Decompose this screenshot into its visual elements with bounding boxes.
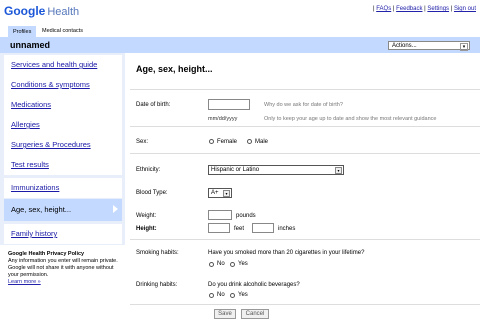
google-health-logo[interactable]: Google Health <box>4 4 79 19</box>
actions-dropdown[interactable]: Actions... ▾ <box>388 41 470 51</box>
weight-unit: pounds <box>236 213 256 219</box>
height-inches-input[interactable] <box>252 223 274 233</box>
divider <box>130 239 480 240</box>
learn-more-link[interactable]: Learn more » <box>8 279 41 285</box>
smoking-no-radio[interactable] <box>209 262 214 267</box>
actions-label: Actions... <box>392 43 417 49</box>
chevron-down-icon: ▾ <box>335 167 342 174</box>
drinking-yes-radio[interactable] <box>230 293 235 298</box>
divider <box>130 153 480 154</box>
faqs-link[interactable]: FAQs <box>376 6 391 12</box>
top-links: | FAQs | Feedback | Settings | Sign out <box>372 6 476 12</box>
sidebar-item-test-results[interactable]: Test results <box>4 155 122 175</box>
tab-profiles[interactable]: Profiles <box>8 26 37 37</box>
sex-female-label: Female <box>217 139 238 145</box>
smoking-label: Smoking habits: <box>136 250 179 256</box>
ethnicity-select[interactable]: Hispanic or Latino ▾ <box>208 165 344 175</box>
drinking-question: Do you drink alcoholic beverages? <box>208 282 300 288</box>
weight-input[interactable] <box>208 210 232 220</box>
divider <box>130 304 480 305</box>
feedback-link[interactable]: Feedback <box>396 6 422 12</box>
sidebar-item-conditions[interactable]: Conditions & symptoms <box>4 75 122 95</box>
page-title: Age, sex, height... <box>136 64 213 74</box>
logo-google: Google <box>4 4 46 18</box>
divider <box>130 89 480 90</box>
sidebar-item-immunizations[interactable]: Immunizations <box>4 178 122 198</box>
sidebar-item-family-history[interactable]: Family history <box>4 224 122 244</box>
drinking-label: Drinking habits: <box>136 282 178 288</box>
privacy-title: Google Health Privacy Policy <box>8 251 85 257</box>
drinking-no-label: No <box>217 292 225 298</box>
sidebar-item-medications[interactable]: Medications <box>4 95 122 115</box>
dob-note: Only to keep your age up to date and sho… <box>264 116 437 122</box>
blood-type-value: A+ <box>211 190 219 196</box>
sidebar: Services and health guide Conditions & s… <box>0 53 125 245</box>
sex-label: Sex: <box>136 139 149 145</box>
sex-male-radio[interactable] <box>247 139 252 144</box>
sign-out-link[interactable]: Sign out <box>454 6 476 12</box>
chevron-down-icon: ▾ <box>460 43 468 51</box>
chevron-down-icon: ▾ <box>223 190 230 197</box>
logo-health: Health <box>47 6 80 18</box>
sidebar-item-age-sex-height[interactable]: Age, sex, height... <box>4 199 122 221</box>
sex-female-radio[interactable] <box>209 139 214 144</box>
dob-why-link[interactable]: Why do we ask for date of birth? <box>264 102 343 108</box>
save-button[interactable]: Save <box>214 309 236 319</box>
smoking-yes-label: Yes <box>238 261 248 267</box>
dob-label: Date of birth: <box>136 102 171 108</box>
height-feet-unit: feet <box>234 226 245 232</box>
smoking-yes-radio[interactable] <box>230 262 235 267</box>
arrow-right-icon <box>113 205 118 213</box>
smoking-no-label: No <box>217 261 225 267</box>
privacy-policy: Google Health Privacy Policy Any informa… <box>8 251 123 286</box>
drinking-yes-label: Yes <box>238 292 248 298</box>
height-label: Height: <box>136 226 157 232</box>
sex-male-label: Male <box>255 139 269 145</box>
divider <box>130 126 480 127</box>
sidebar-item-services[interactable]: Services and health guide <box>4 55 122 75</box>
drinking-no-radio[interactable] <box>209 293 214 298</box>
sidebar-item-surgeries[interactable]: Surgeries & Procedures <box>4 135 122 155</box>
sidebar-item-allergies[interactable]: Allergies <box>4 115 122 135</box>
privacy-body: Any information you enter will remain pr… <box>8 258 118 278</box>
ethnicity-label: Ethnicity: <box>136 167 161 173</box>
settings-link[interactable]: Settings <box>427 6 449 12</box>
smoking-question: Have you smoked more than 20 cigarettes … <box>208 250 365 256</box>
dob-format-hint: mm/dd/yyyy <box>208 116 238 122</box>
sidebar-item-label: Age, sex, height... <box>11 205 72 214</box>
height-inches-unit: inches <box>278 226 296 232</box>
blood-type-select[interactable]: A+ ▾ <box>208 188 232 198</box>
weight-label: Weight: <box>136 213 157 219</box>
profile-name: unnamed <box>10 40 51 50</box>
ethnicity-value: Hispanic or Latino <box>211 167 260 173</box>
dob-input[interactable] <box>208 99 250 110</box>
height-feet-input[interactable] <box>208 223 230 233</box>
cancel-button[interactable]: Cancel <box>241 309 269 319</box>
blood-type-label: Blood Type: <box>136 190 168 196</box>
tab-medical-contacts[interactable]: Medical contacts <box>38 26 87 37</box>
